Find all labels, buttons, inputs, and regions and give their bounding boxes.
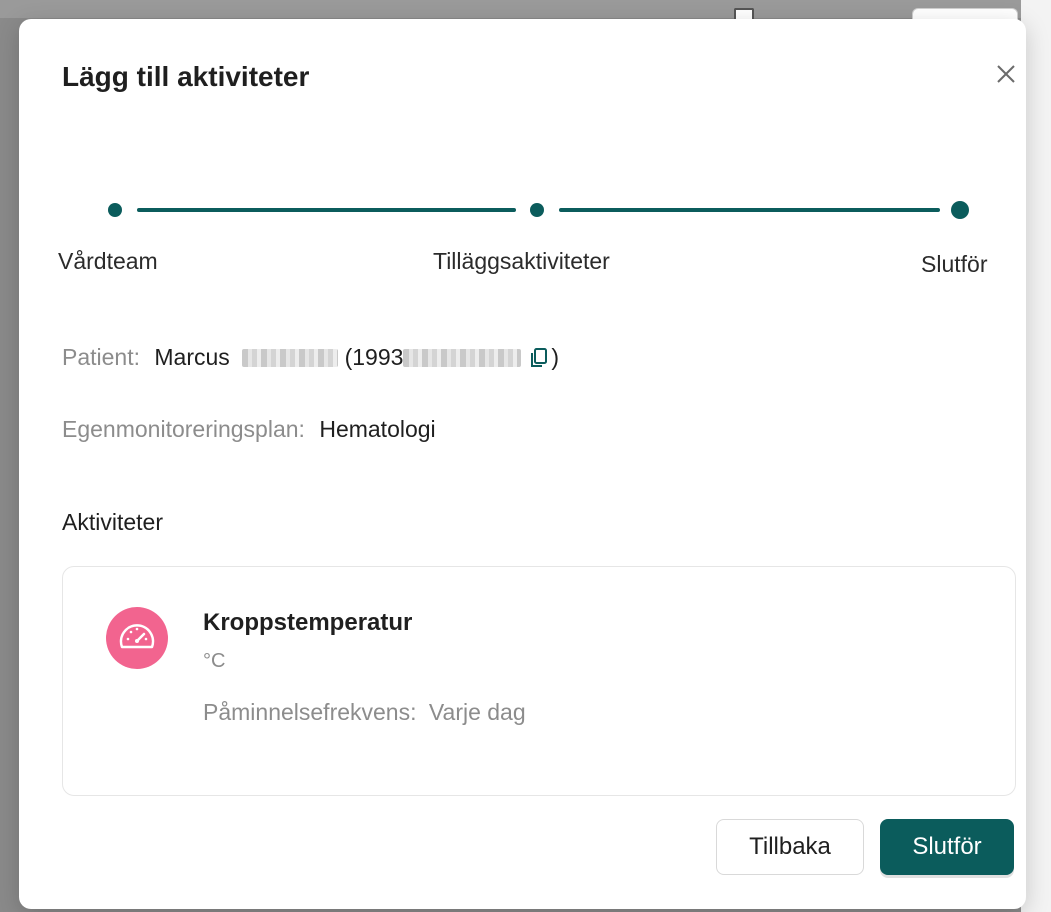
redacted-personal-number bbox=[403, 349, 522, 367]
step-label-vardteam: Vårdteam bbox=[58, 248, 158, 274]
step-label-slutfor: Slutför bbox=[921, 251, 988, 277]
reminder-value: Varje dag bbox=[428, 699, 526, 725]
close-icon[interactable] bbox=[991, 59, 1021, 89]
activity-unit: °C bbox=[203, 650, 226, 672]
patient-first-name: Marcus bbox=[154, 344, 230, 370]
back-button[interactable]: Tillbaka bbox=[716, 819, 864, 875]
activity-name: Kroppstemperatur bbox=[203, 609, 413, 636]
redacted-surname bbox=[242, 349, 339, 367]
activity-card: Kroppstemperatur °C Påminnelsefrekvens: … bbox=[62, 566, 1016, 796]
step-label-tillaggsaktiviteter: Tilläggsaktiviteter bbox=[433, 248, 610, 274]
plan-label: Egenmonitoreringsplan bbox=[62, 416, 299, 442]
finish-button[interactable]: Slutför bbox=[880, 819, 1014, 875]
reminder-label: Påminnelsefrekvens bbox=[203, 699, 411, 725]
step-connector bbox=[137, 208, 516, 212]
patient-label: Patient bbox=[62, 344, 134, 370]
step-connector bbox=[559, 208, 940, 212]
background-overlay bbox=[0, 0, 1051, 18]
progress-stepper: Vårdteam Tilläggsaktiviteter Slutför bbox=[19, 179, 1026, 289]
reminder-row: Påminnelsefrekvens: Varje dag bbox=[203, 699, 526, 725]
plan-row: Egenmonitoreringsplan: Hematologi bbox=[62, 416, 436, 442]
step-dot-slutfor bbox=[951, 201, 969, 219]
dialog-title: Lägg till aktiviteter bbox=[62, 61, 310, 92]
patient-row: Patient: Marcus (1993) bbox=[62, 344, 560, 370]
plan-value: Hematologi bbox=[319, 416, 436, 442]
add-activities-dialog: Lägg till aktiviteter Vårdteam Tilläggsa… bbox=[19, 19, 1026, 909]
patient-id-prefix: (1993 bbox=[344, 344, 404, 370]
gauge-icon bbox=[106, 607, 168, 669]
activities-heading: Aktiviteter bbox=[62, 509, 163, 535]
copy-icon[interactable] bbox=[529, 347, 549, 369]
step-dot-tillaggsaktiviteter bbox=[530, 203, 544, 217]
step-dot-vardteam bbox=[108, 203, 122, 217]
